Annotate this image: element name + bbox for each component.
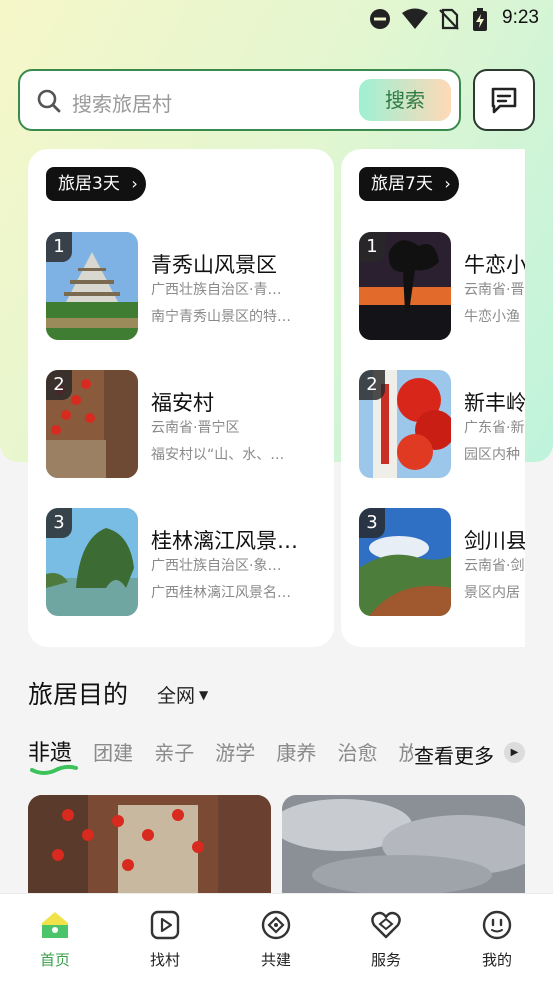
nav-service[interactable]: 服务 [331,894,441,983]
spot-thumbnail: 3 [46,508,138,616]
tab-study-tour[interactable]: 游学 [215,738,255,768]
list-item[interactable]: 1 牛恋小 云南省·晋 牛恋小渔 [359,232,525,340]
co-build-icon [261,910,291,940]
nav-label: 共建 [260,951,291,969]
tab-relax[interactable]: 放 [399,738,413,768]
message-icon [491,87,517,114]
itinerary-card[interactable]: 旅居7天 › 1 牛恋小 云南省·晋 牛恋小渔 2 新丰岭 广东省·新 园区内种… [341,149,525,647]
scope-label: 全网 [157,685,196,707]
clock: 9:23 [502,7,539,28]
spot-thumbnail: 1 [46,232,138,340]
active-tab-indicator [30,764,78,775]
card-tag[interactable]: 旅居7天 › [359,167,459,201]
tab-wellness[interactable]: 康养 [276,738,316,768]
search-button[interactable]: 搜索 [359,79,451,121]
search-icon [37,89,61,113]
spot-name: 新丰岭 [464,391,525,415]
home-icon [42,912,68,938]
spot-region: 云南省·剑 [464,558,525,574]
spot-region: 广西壮族自治区·象… [151,558,282,574]
list-item[interactable]: 2 新丰岭 广东省·新 园区内种 [359,370,525,478]
spot-name: 福安村 [151,391,214,415]
spot-region: 云南省·晋 [464,282,525,298]
spot-description: 园区内种 [464,447,520,463]
play-village-icon [150,910,180,940]
scope-dropdown[interactable]: 全网 ▼ [157,681,208,708]
rank-badge: 1 [46,232,72,262]
spot-name: 桂林漓江风景… [151,529,298,553]
spot-description: 福安村以“山、水、… [151,447,285,463]
chevron-right-icon: › [131,174,138,193]
spot-description: 景区内居 [464,585,520,601]
profile-face-icon [482,910,512,940]
spot-region: 广东省·新 [464,420,525,436]
spot-name: 剑川县 [464,529,525,553]
nav-label: 服务 [370,951,401,969]
rank-badge: 2 [359,370,385,400]
bottom-nav: 首页 找村 共建 服务 我的 [0,893,553,983]
wifi-icon [402,8,428,29]
spot-name: 牛恋小 [464,253,525,277]
search-input[interactable]: 搜索旅居村 搜索 [18,69,461,131]
message-button[interactable] [473,69,535,131]
tab-healing[interactable]: 治愈 [337,738,377,768]
see-more-link[interactable]: 查看更多 [414,740,494,769]
tab-team-building[interactable]: 团建 [93,738,133,768]
service-heart-icon [371,911,401,939]
category-tabs[interactable]: 非遗 团建 亲子 游学 康养 治愈 放 [28,738,413,772]
spot-region: 云南省·晋宁区 [151,420,240,436]
battery-charging-icon [473,8,487,31]
spot-region: 广西壮族自治区·青… [151,282,282,298]
no-sim-icon [439,8,459,30]
nav-home[interactable]: 首页 [0,894,110,983]
status-bar: 9:23 [0,0,553,38]
nav-profile[interactable]: 我的 [442,894,552,983]
list-item[interactable]: 1 青秀山风景区 广西壮族自治区·青… 南宁青秀山景区的特… [46,232,336,340]
section-title: 旅居目的 [28,680,129,709]
list-item[interactable]: 2 福安村 云南省·晋宁区 福安村以“山、水、… [46,370,336,478]
feature-image[interactable] [28,795,271,895]
nav-label: 首页 [39,951,70,969]
list-item[interactable]: 3 桂林漓江风景… 广西壮族自治区·象… 广西桂林漓江风景名… [46,508,336,616]
feature-image[interactable] [282,795,525,895]
chevron-right-icon: › [444,174,451,193]
nav-label: 找村 [149,951,180,969]
spot-description: 广西桂林漓江风景名… [151,585,291,601]
do-not-disturb-icon [370,9,390,29]
card-tag-label: 旅居3天 [58,174,120,194]
itinerary-card[interactable]: 旅居3天 › 1 青秀山风景区 广西壮族自治区·青… 南宁青秀山景区的特… 2 … [28,149,334,647]
card-tag-label: 旅居7天 [371,174,433,194]
list-item[interactable]: 3 剑川县 云南省·剑 景区内居 [359,508,525,616]
caret-down-icon: ▼ [199,688,209,702]
nav-find-village[interactable]: 找村 [110,894,220,983]
rank-badge: 3 [359,508,385,538]
search-placeholder: 搜索旅居村 [72,92,172,116]
spot-thumbnail: 2 [46,370,138,478]
spot-description: 牛恋小渔 [464,309,520,325]
spot-name: 青秀山风景区 [151,253,277,277]
spot-description: 南宁青秀山景区的特… [151,309,291,325]
nav-co-build[interactable]: 共建 [221,894,331,983]
rank-badge: 3 [46,508,72,538]
spot-thumbnail: 1 [359,232,451,340]
spot-thumbnail: 2 [359,370,451,478]
spot-thumbnail: 3 [359,508,451,616]
card-tag[interactable]: 旅居3天 › [46,167,146,201]
rank-badge: 1 [359,232,385,262]
tab-family[interactable]: 亲子 [154,738,194,768]
itinerary-cards[interactable]: 旅居3天 › 1 青秀山风景区 广西壮族自治区·青… 南宁青秀山景区的特… 2 … [0,149,525,647]
nav-label: 我的 [481,951,512,969]
play-arrow-icon[interactable]: ▶ [504,742,525,763]
rank-badge: 2 [46,370,72,400]
